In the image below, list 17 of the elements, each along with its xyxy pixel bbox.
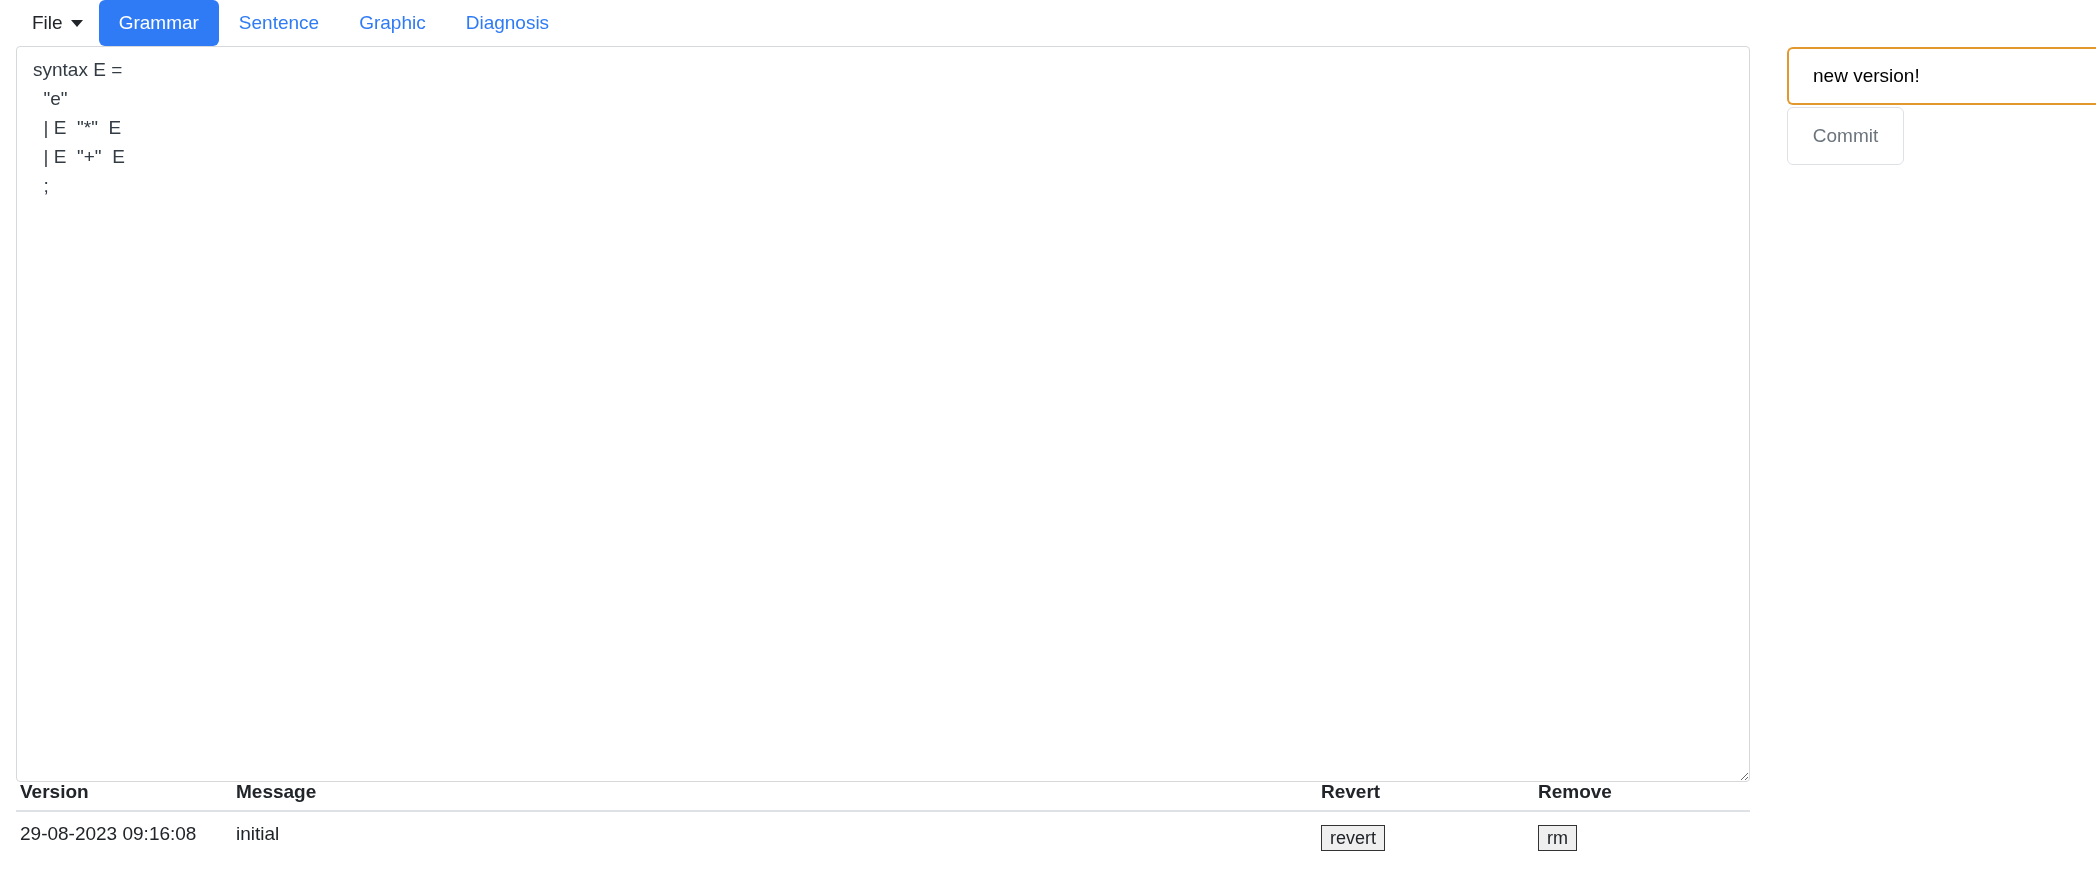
remove-button[interactable]: rm: [1538, 825, 1577, 851]
table-cell: initial: [236, 823, 280, 844]
caret-icon: [70, 19, 83, 27]
tab[interactable]: Diagnosis: [445, 0, 570, 46]
table-cell: 29-08-2023 09:16:08: [20, 823, 197, 844]
tab[interactable]: Grammar: [98, 0, 219, 46]
commit-message-field[interactable]: new version!: [1787, 47, 2096, 105]
column-header: Revert: [1321, 780, 1381, 802]
column-header: Message: [236, 780, 317, 802]
tab[interactable]: Graphic: [339, 0, 446, 46]
tab[interactable]: Sentence: [218, 0, 340, 46]
commit-button[interactable]: Commit: [1787, 107, 1904, 165]
grammar-editor[interactable]: syntax E = "e" | E "*" E | E "+" E ;: [16, 46, 1750, 782]
file-menu[interactable]: File: [16, 0, 99, 46]
column-header: Version: [20, 780, 89, 802]
column-header: Remove: [1538, 780, 1612, 802]
revert-button[interactable]: revert: [1321, 825, 1385, 851]
